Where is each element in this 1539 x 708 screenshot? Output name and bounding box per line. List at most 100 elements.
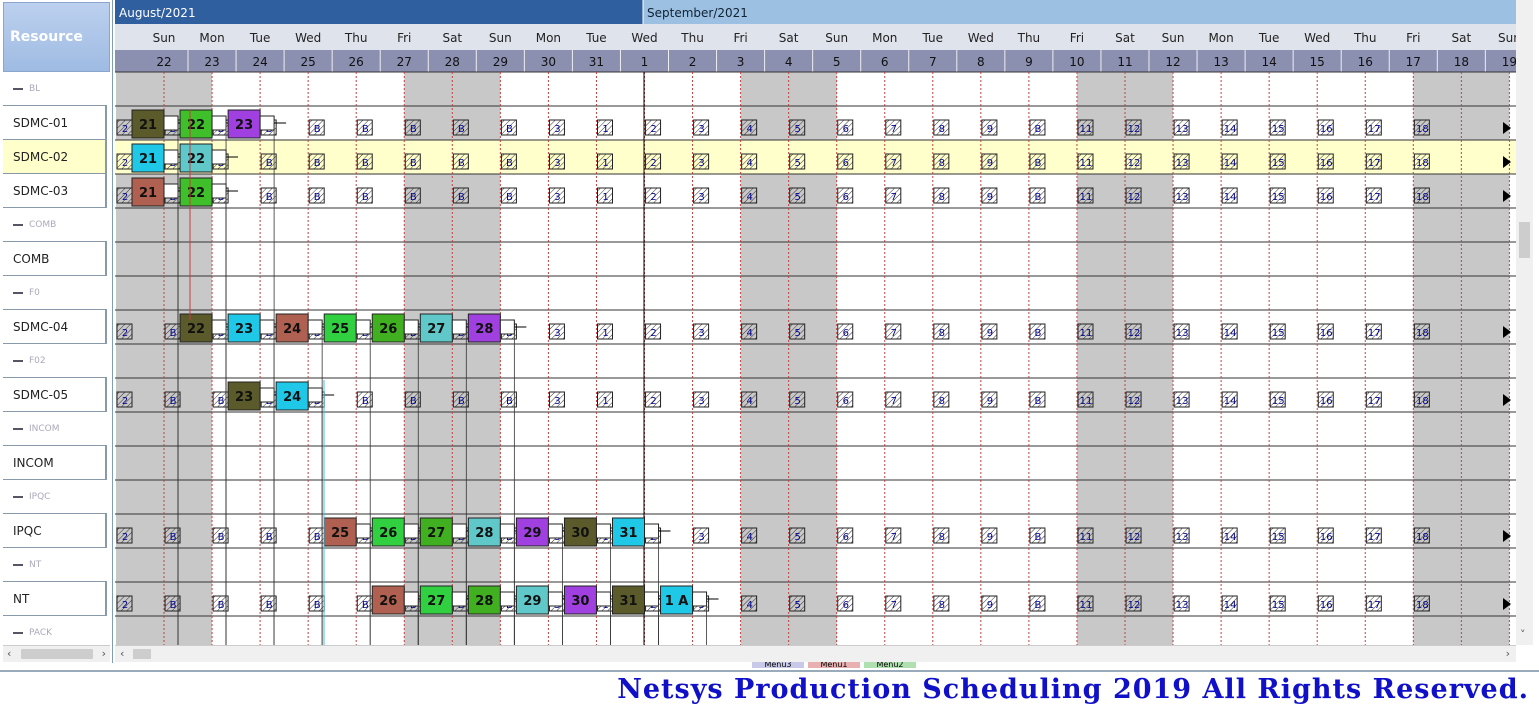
marker-label: 11 bbox=[1080, 328, 1093, 339]
day-of-week: Thu bbox=[1353, 31, 1377, 45]
resource-horizontal-scrollbar[interactable]: ‹ › bbox=[3, 645, 110, 662]
marker-label: 3 bbox=[554, 192, 560, 203]
marker-label: 14 bbox=[1224, 158, 1237, 169]
day-of-week: Sat bbox=[1452, 31, 1472, 45]
task-tail bbox=[211, 183, 227, 199]
task-label: 29 bbox=[523, 594, 541, 609]
resource-group-row[interactable]: COMB bbox=[3, 208, 107, 242]
marker-label: 16 bbox=[1320, 158, 1333, 169]
scroll-right-icon[interactable]: › bbox=[102, 647, 106, 660]
marker-label: 18 bbox=[1416, 532, 1429, 543]
resource-row[interactable]: SDMC-03 bbox=[3, 174, 107, 208]
collapse-icon[interactable] bbox=[13, 495, 23, 498]
marker-label: 16 bbox=[1320, 532, 1333, 543]
scroll-thumb[interactable] bbox=[21, 649, 93, 659]
marker-label: 6 bbox=[843, 192, 849, 203]
marker-label: 11 bbox=[1080, 532, 1093, 543]
collapse-icon[interactable] bbox=[13, 291, 23, 294]
scroll-right-icon[interactable]: › bbox=[1506, 647, 1510, 660]
marker-label: 13 bbox=[1176, 328, 1189, 339]
scroll-thumb[interactable] bbox=[1519, 222, 1530, 258]
marker-label: B bbox=[410, 124, 417, 135]
task-label: 28 bbox=[475, 594, 493, 609]
scroll-down-icon[interactable]: ˅ bbox=[1520, 628, 1526, 641]
task-label: 22 bbox=[187, 322, 205, 337]
task-label: 31 bbox=[619, 526, 637, 541]
marker-label: 17 bbox=[1368, 600, 1381, 611]
marker-label: B bbox=[266, 532, 273, 543]
scroll-left-icon[interactable]: ‹ bbox=[120, 647, 124, 660]
resource-label: IPQC bbox=[29, 492, 51, 502]
task-tail bbox=[403, 523, 419, 539]
task-label: 31 bbox=[619, 594, 637, 609]
resource-label: BL bbox=[29, 84, 41, 94]
day-of-week: Sat bbox=[779, 31, 799, 45]
marker-label: 5 bbox=[795, 328, 801, 339]
collapse-icon[interactable] bbox=[13, 631, 23, 634]
day-number: 4 bbox=[785, 55, 793, 69]
marker-label: 3 bbox=[698, 124, 704, 135]
gantt-chart[interactable]: August/2021 September/2021 Sun 22 Mon 23 Tue 24… bbox=[115, 0, 1516, 645]
resource-group-row[interactable]: F0 bbox=[3, 276, 107, 310]
footer-bar: Netsys Production Scheduling 2019 All Ri… bbox=[0, 670, 1539, 708]
collapse-icon[interactable] bbox=[13, 87, 23, 90]
sheet-tab[interactable]: Menu2 bbox=[864, 662, 916, 668]
collapse-icon[interactable] bbox=[13, 563, 23, 566]
resource-row[interactable]: SDMC-04 bbox=[3, 310, 107, 344]
marker-label: 4 bbox=[746, 396, 752, 407]
marker-label: B bbox=[458, 396, 465, 407]
marker-label: 2 bbox=[122, 328, 128, 339]
sheet-tab[interactable]: Menu3 bbox=[752, 662, 804, 668]
resource-row[interactable]: SDMC-01 bbox=[3, 106, 107, 140]
marker-label: 18 bbox=[1416, 396, 1429, 407]
marker-label: 17 bbox=[1368, 532, 1381, 543]
resource-group-row[interactable]: NT bbox=[3, 548, 107, 582]
marker-label: 15 bbox=[1272, 328, 1285, 339]
marker-label: 18 bbox=[1416, 328, 1429, 339]
resource-row[interactable]: COMB bbox=[3, 242, 107, 276]
collapse-icon[interactable] bbox=[13, 223, 23, 226]
marker-label: 2 bbox=[650, 192, 656, 203]
task-tail bbox=[499, 591, 515, 607]
collapse-icon[interactable] bbox=[13, 427, 23, 430]
day-number: 2 bbox=[689, 55, 697, 69]
gantt-canvas[interactable]: August/2021 September/2021Sun22Mon23Tue24… bbox=[115, 0, 1516, 645]
marker-label: 13 bbox=[1176, 600, 1189, 611]
sheet-tab[interactable]: Menu1 bbox=[808, 662, 860, 668]
marker-label: 14 bbox=[1224, 328, 1237, 339]
marker-label: 12 bbox=[1128, 532, 1141, 543]
day-number: 29 bbox=[493, 55, 508, 69]
marker-label: B bbox=[362, 396, 369, 407]
gantt-horizontal-scrollbar[interactable]: ‹ › bbox=[115, 645, 1516, 662]
resource-group-row[interactable]: F02 bbox=[3, 344, 107, 378]
gantt-vertical-scrollbar[interactable]: ˅ bbox=[1516, 0, 1533, 645]
resource-row[interactable]: SDMC-05 bbox=[3, 378, 107, 412]
marker-label: 3 bbox=[698, 328, 704, 339]
resource-row[interactable]: NT bbox=[3, 582, 107, 616]
resource-group-row[interactable]: IPQC bbox=[3, 480, 107, 514]
collapse-icon[interactable] bbox=[13, 359, 23, 362]
day-number: 14 bbox=[1262, 55, 1277, 69]
marker-label: 18 bbox=[1416, 600, 1429, 611]
day-number: 19 bbox=[1502, 55, 1516, 69]
scroll-left-icon[interactable]: ‹ bbox=[7, 647, 11, 660]
resource-group-row[interactable]: INCOM bbox=[3, 412, 107, 446]
resource-row[interactable]: SDMC-02 bbox=[3, 140, 107, 174]
scroll-thumb[interactable] bbox=[133, 649, 151, 659]
scheduler-app: Resource BL SDMC-01 SDMC-02 SDMC-03 COMB COMB… bbox=[0, 0, 1539, 708]
task-tail bbox=[307, 319, 323, 335]
day-of-week: Wed bbox=[295, 31, 321, 45]
marker-label: 2 bbox=[122, 192, 128, 203]
resource-row[interactable]: INCOM bbox=[3, 446, 107, 480]
day-of-week: Sun bbox=[825, 31, 848, 45]
task-label: 21 bbox=[139, 118, 157, 133]
marker-label: B bbox=[1035, 396, 1042, 407]
marker-label: 9 bbox=[987, 396, 993, 407]
resource-group-row[interactable]: BL bbox=[3, 72, 107, 106]
resource-panel: Resource BL SDMC-01 SDMC-02 SDMC-03 COMB COMB… bbox=[0, 0, 113, 663]
resource-row[interactable]: IPQC bbox=[3, 514, 107, 548]
task-label: 26 bbox=[379, 526, 397, 541]
resource-label: SDMC-05 bbox=[13, 388, 69, 402]
marker-label: 9 bbox=[987, 158, 993, 169]
marker-label: 9 bbox=[987, 600, 993, 611]
